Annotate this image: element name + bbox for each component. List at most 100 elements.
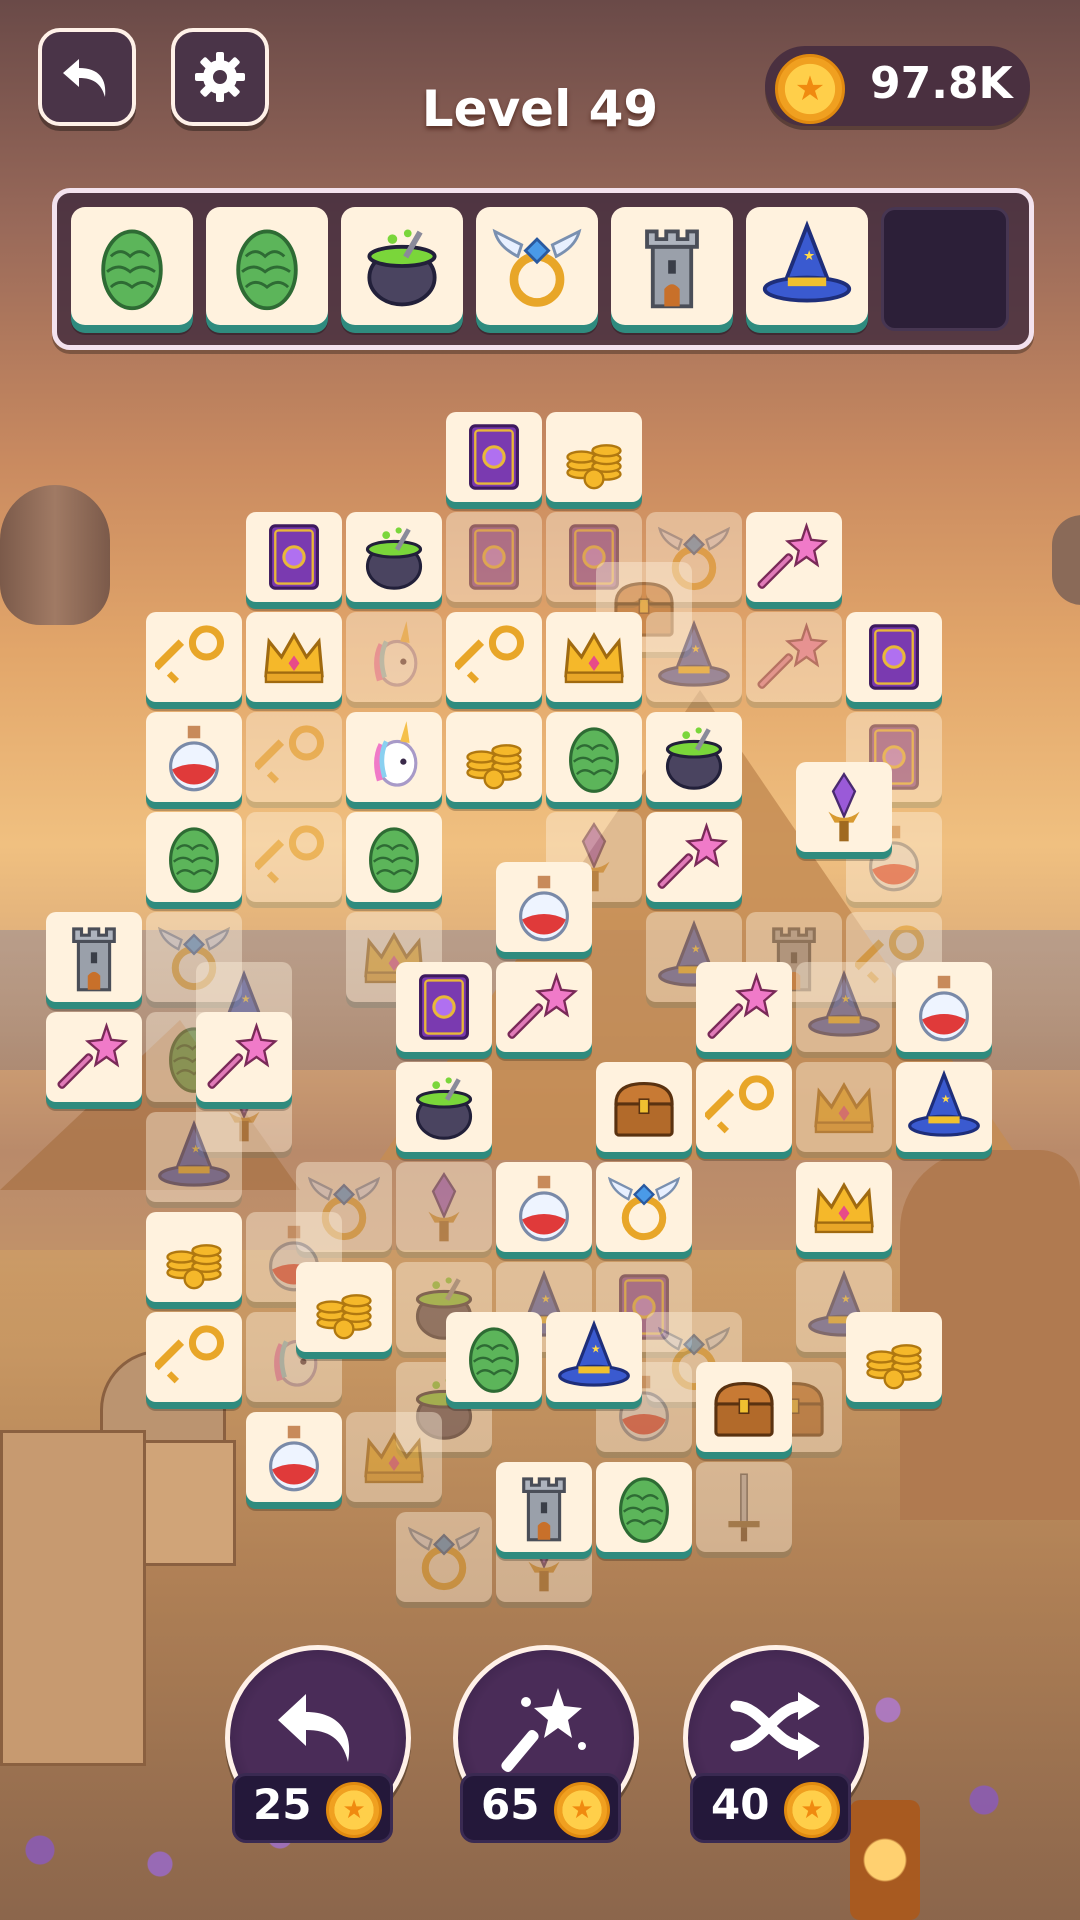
magic-wand-icon <box>757 522 829 589</box>
spellbook-icon <box>269 524 319 590</box>
gold-coins-icon <box>866 1344 922 1390</box>
wizard-hat-icon: ★ <box>658 619 730 687</box>
svg-text:★: ★ <box>941 1092 951 1105</box>
coin-icon: ★ <box>554 1782 610 1838</box>
golden-key-icon <box>705 1075 775 1134</box>
coin-icon: ★ <box>326 1782 382 1838</box>
covered-tile-golden-key <box>246 712 342 802</box>
svg-text:★: ★ <box>241 992 251 1005</box>
dragon-egg-icon <box>619 1477 669 1543</box>
covered-tile-crystal <box>396 1162 492 1252</box>
tile-spellbook[interactable] <box>446 412 542 502</box>
tile-cauldron[interactable] <box>396 1062 492 1152</box>
tile-golden-key[interactable] <box>696 1062 792 1152</box>
svg-text:★: ★ <box>691 942 701 955</box>
tile-spellbook[interactable] <box>246 512 342 602</box>
golden-key-icon <box>255 725 325 784</box>
tile-gold-coins[interactable] <box>146 1212 242 1302</box>
wizard-hat-icon: ★ <box>558 1319 630 1387</box>
game-scene: Level 49 ★ 97.8K ★ ★ ★ ★ ★ ★ ★ ★ ★ ★ 25 … <box>0 0 1080 1920</box>
crystal-icon <box>428 1172 460 1242</box>
svg-text:★: ★ <box>191 1142 201 1155</box>
tile-potion[interactable] <box>146 712 242 802</box>
tile-spellbook[interactable] <box>396 962 492 1052</box>
shuffle-booster-price: 40 ★ <box>690 1773 851 1843</box>
dragon-egg-icon <box>569 727 619 793</box>
tower-icon <box>72 927 116 992</box>
covered-tile-wizard-hat: ★ <box>796 962 892 1052</box>
undo-arrow-icon <box>278 1694 350 1762</box>
magic-wand-icon <box>57 1022 129 1089</box>
tile-cauldron[interactable] <box>646 712 742 802</box>
tile-potion[interactable] <box>896 962 992 1052</box>
tile-unicorn[interactable] <box>346 712 442 802</box>
tile-magic-wand[interactable] <box>496 962 592 1052</box>
tile-magic-wand[interactable] <box>196 1012 292 1102</box>
tile-treasure-chest[interactable] <box>596 1062 692 1152</box>
tile-dragon-egg[interactable] <box>596 1462 692 1552</box>
magic-wand-icon <box>207 1022 279 1089</box>
tile-wizard-hat[interactable]: ★ <box>546 1312 642 1402</box>
golden-key-icon <box>255 825 325 884</box>
winged-ring-icon <box>607 1176 681 1241</box>
tile-magic-wand[interactable] <box>746 512 842 602</box>
spellbook-icon <box>469 524 519 590</box>
tile-crown[interactable] <box>246 612 342 702</box>
tile-crystal[interactable] <box>796 762 892 852</box>
tile-golden-key[interactable] <box>146 612 242 702</box>
magic-wand-icon <box>657 822 729 889</box>
svg-text:★: ★ <box>841 992 851 1005</box>
tile-gold-coins[interactable] <box>296 1262 392 1352</box>
gold-coins-icon <box>466 744 522 790</box>
tower-icon <box>522 1477 566 1542</box>
dragon-egg-icon <box>169 827 219 893</box>
golden-key-icon <box>455 625 525 684</box>
tile-tower[interactable] <box>496 1462 592 1552</box>
tile-crown[interactable] <box>546 612 642 702</box>
covered-tile-wizard-hat: ★ <box>646 612 742 702</box>
crown-icon <box>364 1432 424 1484</box>
magic-wand-booster-price: 65 ★ <box>460 1773 621 1843</box>
tile-potion[interactable] <box>496 862 592 952</box>
tile-winged-ring[interactable] <box>596 1162 692 1252</box>
tile-magic-wand[interactable] <box>46 1012 142 1102</box>
tile-dragon-egg[interactable] <box>546 712 642 802</box>
tile-treasure-chest[interactable] <box>696 1362 792 1452</box>
tile-magic-wand[interactable] <box>646 812 742 902</box>
tile-dragon-egg[interactable] <box>146 812 242 902</box>
spellbook-icon <box>869 624 919 690</box>
tile-magic-wand[interactable] <box>696 962 792 1052</box>
covered-tile-sword <box>696 1462 792 1552</box>
tile-gold-coins[interactable] <box>546 412 642 502</box>
tile-golden-key[interactable] <box>146 1312 242 1402</box>
tile-gold-coins[interactable] <box>446 712 542 802</box>
tile-golden-key[interactable] <box>446 612 542 702</box>
crown-icon <box>814 1082 874 1134</box>
svg-text:★: ★ <box>591 1342 601 1355</box>
potion-icon <box>919 975 969 1042</box>
gold-coins-icon <box>166 1244 222 1290</box>
covered-tile-wizard-hat: ★ <box>146 1112 242 1202</box>
crown-icon <box>814 1182 874 1234</box>
crystal-icon <box>828 772 860 842</box>
tile-wizard-hat[interactable]: ★ <box>896 1062 992 1152</box>
covered-tile-magic-wand <box>746 612 842 702</box>
tile-cauldron[interactable] <box>346 512 442 602</box>
tile-potion[interactable] <box>496 1162 592 1252</box>
undo-booster-price-value: 25 <box>253 1780 312 1829</box>
covered-tile-spellbook <box>446 512 542 602</box>
tile-potion[interactable] <box>246 1412 342 1502</box>
tile-spellbook[interactable] <box>846 612 942 702</box>
treasure-chest-icon <box>614 1082 674 1137</box>
tile-dragon-egg[interactable] <box>446 1312 542 1402</box>
gold-coins-icon <box>566 444 622 490</box>
tile-board: ★ ★ ★ ★ ★ ★ ★ ★ ★ <box>0 0 1080 1920</box>
tile-crown[interactable] <box>796 1162 892 1252</box>
covered-tile-unicorn <box>346 612 442 702</box>
tile-gold-coins[interactable] <box>846 1312 942 1402</box>
unicorn-icon <box>374 721 418 787</box>
wizard-hat-icon: ★ <box>158 1119 230 1187</box>
dragon-egg-icon <box>369 827 419 893</box>
tile-tower[interactable] <box>46 912 142 1002</box>
tile-dragon-egg[interactable] <box>346 812 442 902</box>
